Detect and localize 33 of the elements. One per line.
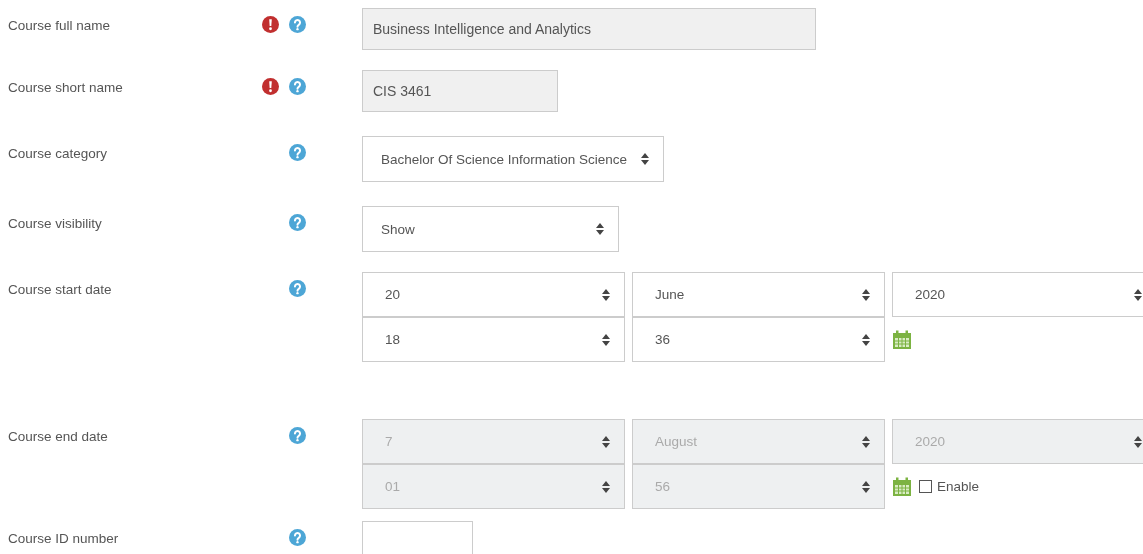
- updown-arrow-icon: [602, 435, 610, 448]
- updown-arrow-icon: [862, 480, 870, 493]
- updown-arrow-icon: [602, 333, 610, 346]
- field-label: Course short name: [8, 80, 123, 95]
- help-icon[interactable]: [289, 280, 306, 297]
- field-label: Course ID number: [8, 531, 119, 546]
- dropdown[interactable]: Show: [362, 206, 619, 252]
- field-label: Course category: [8, 146, 108, 161]
- updown-arrow-icon: [862, 288, 870, 301]
- field-label: Course full name: [8, 18, 111, 33]
- field-label: Course start date: [8, 282, 112, 297]
- updown-arrow-icon: [641, 153, 650, 165]
- help-icon[interactable]: [289, 214, 306, 231]
- help-icon[interactable]: [289, 529, 306, 546]
- dropdown[interactable]: 36: [632, 317, 885, 362]
- calendar-icon[interactable]: [892, 476, 912, 497]
- dropdown[interactable]: Bachelor Of Science Information Science: [362, 136, 665, 182]
- updown-arrow-icon: [862, 333, 870, 346]
- dropdown[interactable]: June: [632, 272, 885, 317]
- dropdown[interactable]: 20: [362, 272, 625, 317]
- text-field[interactable]: [362, 521, 473, 554]
- updown-arrow-icon: [602, 480, 610, 493]
- field-label: Course visibility: [8, 216, 102, 231]
- updown-arrow-icon: [1134, 435, 1142, 448]
- updown-arrow-icon: [1134, 288, 1142, 301]
- calendar-icon[interactable]: [892, 329, 912, 350]
- help-icon[interactable]: [289, 144, 306, 161]
- updown-arrow-icon: [862, 435, 870, 448]
- updown-arrow-icon: [596, 223, 604, 235]
- field-label: Course end date: [8, 429, 108, 444]
- updown-arrow-icon: [602, 288, 610, 301]
- dropdown[interactable]: 2020: [892, 272, 1143, 317]
- dropdown[interactable]: 18: [362, 317, 625, 362]
